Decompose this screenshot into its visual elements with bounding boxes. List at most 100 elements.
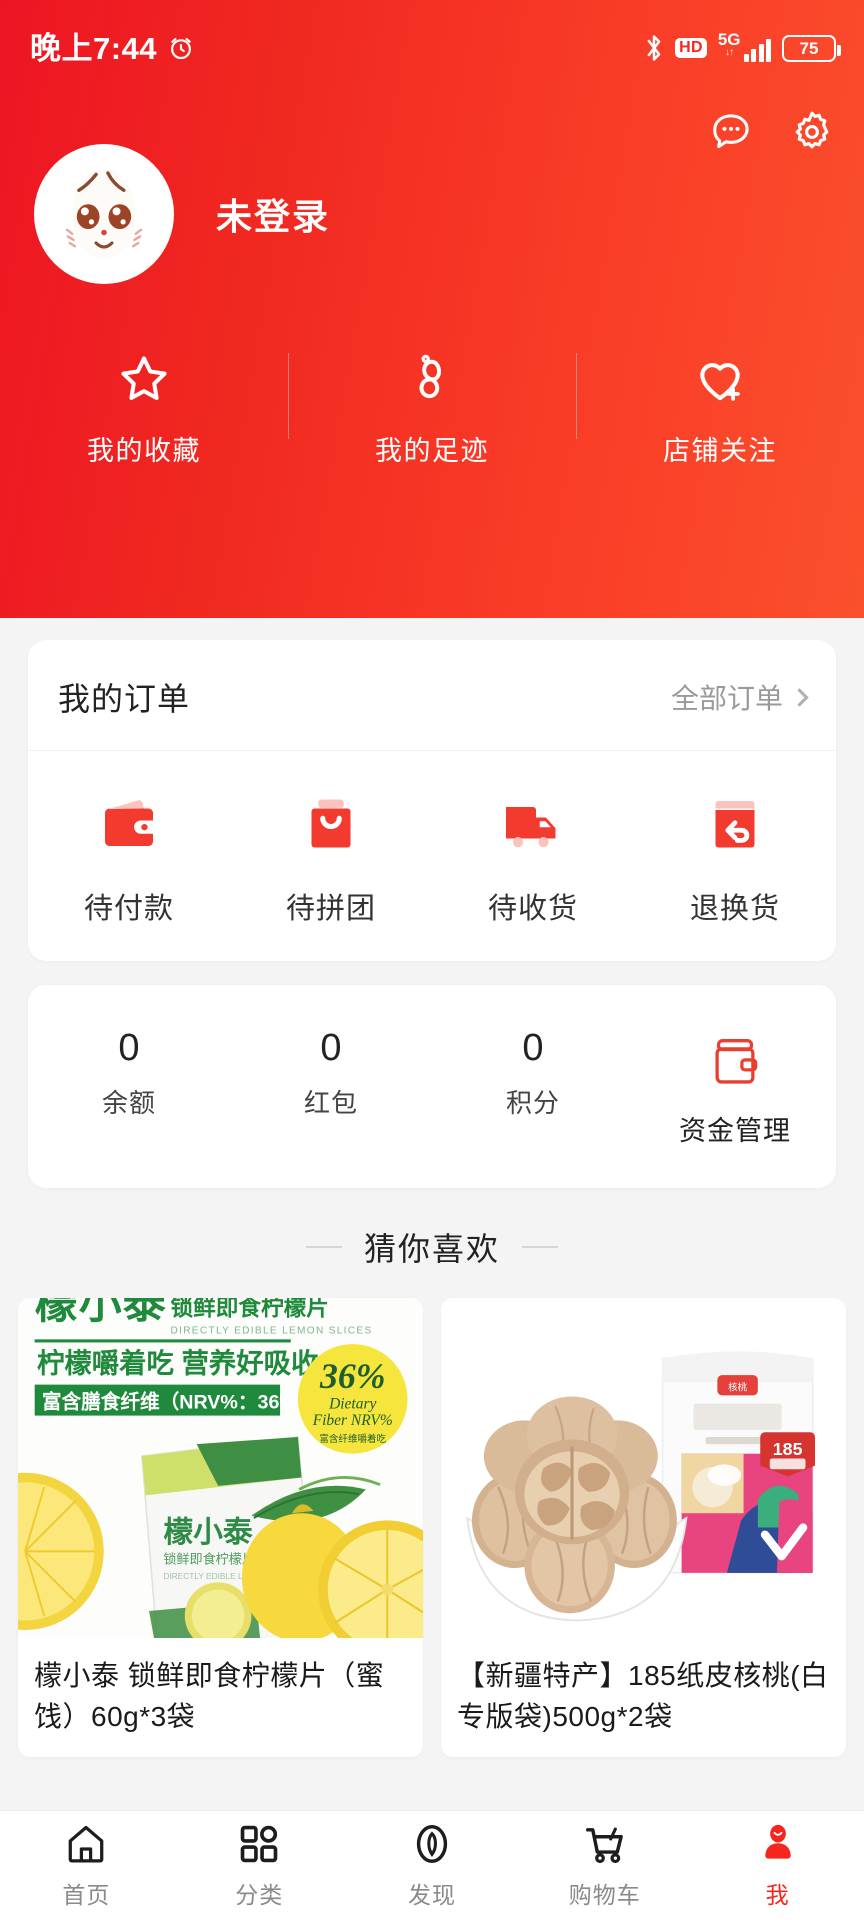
order-status-unpaid[interactable]: 待付款 <box>28 789 230 927</box>
svg-text:富含纤维嚼着吃: 富含纤维嚼着吃 <box>319 1433 386 1445</box>
tab-me[interactable]: 我 <box>691 1821 864 1910</box>
battery-icon: 75 <box>782 34 841 62</box>
svg-text:锁鲜即食柠檬片: 锁鲜即食柠檬片 <box>163 1550 255 1566</box>
bluetooth-icon <box>647 35 661 61</box>
wallet-points[interactable]: 0 积分 <box>432 1029 634 1148</box>
order-status-shipping[interactable]: 待收货 <box>432 789 634 927</box>
fund-management-button[interactable]: 资金管理 <box>634 1029 836 1148</box>
product-title: 【新疆特产】185纸皮核桃(白专版袋)500g*2袋 <box>457 1660 829 1732</box>
message-bubble-icon[interactable] <box>708 109 754 155</box>
tab-discover[interactable]: 发现 <box>346 1821 519 1910</box>
lemon-slices-package-image: 檬小泰 锁鲜即食柠檬片 DIRECTLY EDIBLE LEMON SLICES… <box>18 1298 423 1638</box>
status-time: 晚上7:44 <box>30 30 158 66</box>
product-title: 檬小泰 锁鲜即食柠檬片（蜜饯）60g*3袋 <box>34 1660 385 1732</box>
signal-bars-icon <box>743 36 771 62</box>
orders-card: 我的订单 全部订单 待付款 待拼团 待收货 退换货 <box>28 640 836 961</box>
status-bar: 晚上7:44 HD 5G ↓↑ 75 <box>0 0 864 96</box>
gear-icon[interactable] <box>788 108 836 156</box>
wallet-value: 0 <box>522 1027 544 1069</box>
orders-grid: 待付款 待拼团 待收货 退换货 <box>28 751 836 961</box>
home-icon <box>69 1825 104 1863</box>
quick-link-label: 我的收藏 <box>87 436 201 466</box>
status-bar-left: 晚上7:44 <box>30 33 195 64</box>
wallet-card: 0 余额 0 红包 0 积分 资金管理 <box>28 985 836 1188</box>
quick-link-label: 我的足迹 <box>375 436 489 466</box>
wallet-label: 积分 <box>505 1088 560 1118</box>
wallet-label: 红包 <box>303 1088 358 1118</box>
tab-home[interactable]: 首页 <box>0 1821 173 1910</box>
svg-text:Dietary: Dietary <box>328 1395 376 1412</box>
wallet-value: 0 <box>320 1027 342 1069</box>
alarm-clock-icon <box>171 38 192 60</box>
product-image: 檬小泰 锁鲜即食柠檬片 DIRECTLY EDIBLE LEMON SLICES… <box>18 1298 423 1638</box>
order-status-label: 退换货 <box>689 893 780 925</box>
order-status-label: 待付款 <box>83 893 174 925</box>
order-status-returns[interactable]: 退换货 <box>634 789 836 927</box>
header-actions <box>708 108 836 156</box>
svg-text:富含膳食纤维（NRV%：36%）: 富含膳食纤维（NRV%：36%） <box>42 1390 317 1413</box>
product-card[interactable]: 核桃 185 【新疆特产】185纸皮核桃(白专版袋)500g*2袋 <box>441 1298 846 1758</box>
orders-title: 我的订单 <box>58 681 191 717</box>
order-status-group-buy[interactable]: 待拼团 <box>230 789 432 927</box>
svg-text:Fiber NRV%: Fiber NRV% <box>312 1412 393 1429</box>
svg-text:核桃: 核桃 <box>728 1382 748 1394</box>
tab-label: 我 <box>765 1882 790 1908</box>
divider-left <box>305 1246 342 1248</box>
svg-text:檬小泰: 檬小泰 <box>163 1516 253 1549</box>
wallet-icon <box>105 800 153 846</box>
svg-text:锁鲜即食柠檬片: 锁鲜即食柠檬片 <box>170 1298 328 1321</box>
username-label: 未登录 <box>216 196 331 237</box>
person-icon <box>764 1824 791 1859</box>
chevron-right-icon <box>790 687 809 707</box>
wallet-red-packet[interactable]: 0 红包 <box>230 1029 432 1148</box>
product-card[interactable]: 檬小泰 锁鲜即食柠檬片 DIRECTLY EDIBLE LEMON SLICES… <box>18 1298 423 1758</box>
product-image: 核桃 185 <box>441 1298 846 1638</box>
wallet-outline-icon <box>715 1039 758 1084</box>
network-indicator: 5G ↓↑ <box>718 31 771 62</box>
all-orders-link[interactable]: 全部订单 <box>670 677 809 717</box>
svg-text:DIRECTLY EDIBLE LEMON SLICES: DIRECTLY EDIBLE LEMON SLICES <box>170 1325 372 1336</box>
wallet-balance[interactable]: 0 余额 <box>28 1029 230 1148</box>
return-box-icon <box>715 801 755 848</box>
hd-icon: HD <box>675 38 707 58</box>
svg-text:36%: 36% <box>319 1356 385 1396</box>
network-type-label: 5G ↓↑ <box>717 29 741 58</box>
quick-link-footprints[interactable]: 我的足迹 <box>288 351 576 468</box>
tab-label: 首页 <box>62 1882 111 1908</box>
heart-plus-icon <box>700 363 740 401</box>
tab-cart[interactable]: 购物车 <box>518 1821 691 1910</box>
profile-header: 晚上7:44 HD 5G ↓↑ 75 未登录 我的收藏 我的足迹 店铺关注 <box>0 0 864 618</box>
quick-link-label: 店铺关注 <box>663 436 777 466</box>
grid-categories-icon <box>240 1825 278 1863</box>
tab-label: 发现 <box>407 1882 456 1908</box>
all-orders-label: 全部订单 <box>670 683 783 714</box>
divider-right <box>522 1246 558 1248</box>
recommend-section-title: 猜你喜欢 <box>0 1224 864 1270</box>
product-grid: 檬小泰 锁鲜即食柠檬片 DIRECTLY EDIBLE LEMON SLICES… <box>0 1298 864 1758</box>
quick-link-favorites[interactable]: 我的收藏 <box>0 351 288 468</box>
shopping-bag-icon <box>311 799 351 848</box>
page-body: 我的订单 全部订单 待付款 待拼团 待收货 退换货 0 余额 0 红包 0 积分… <box>0 618 864 1758</box>
svg-text:185: 185 <box>773 1439 803 1459</box>
fund-management-label: 资金管理 <box>679 1116 791 1146</box>
order-status-label: 待收货 <box>487 893 578 925</box>
bottom-tab-bar: 首页 分类 发现 购物车 我 <box>0 1810 864 1920</box>
recommend-title-text: 猜你喜欢 <box>363 1231 500 1267</box>
star-icon <box>121 356 167 400</box>
wallet-value: 0 <box>118 1027 140 1069</box>
quick-link-followed-shops[interactable]: 店铺关注 <box>576 351 864 468</box>
tab-label: 购物车 <box>568 1882 641 1908</box>
tab-categories[interactable]: 分类 <box>173 1821 346 1910</box>
svg-text:檬小泰: 檬小泰 <box>35 1298 167 1328</box>
order-status-label: 待拼团 <box>285 893 376 925</box>
tab-label: 分类 <box>235 1882 284 1908</box>
shopping-cart-icon <box>585 1827 623 1864</box>
walnuts-in-bowl-image: 核桃 185 <box>441 1298 846 1638</box>
wallet-label: 余额 <box>101 1088 156 1118</box>
svg-text:柠檬嚼着吃 营养好吸收: 柠檬嚼着吃 营养好吸收 <box>37 1348 319 1379</box>
wallet-grid: 0 余额 0 红包 0 积分 资金管理 <box>28 985 836 1188</box>
quick-links: 我的收藏 我的足迹 店铺关注 <box>0 351 864 468</box>
compass-discover-icon <box>416 1825 448 1863</box>
orders-header: 我的订单 全部订单 <box>28 640 836 751</box>
avatar[interactable] <box>34 144 174 284</box>
